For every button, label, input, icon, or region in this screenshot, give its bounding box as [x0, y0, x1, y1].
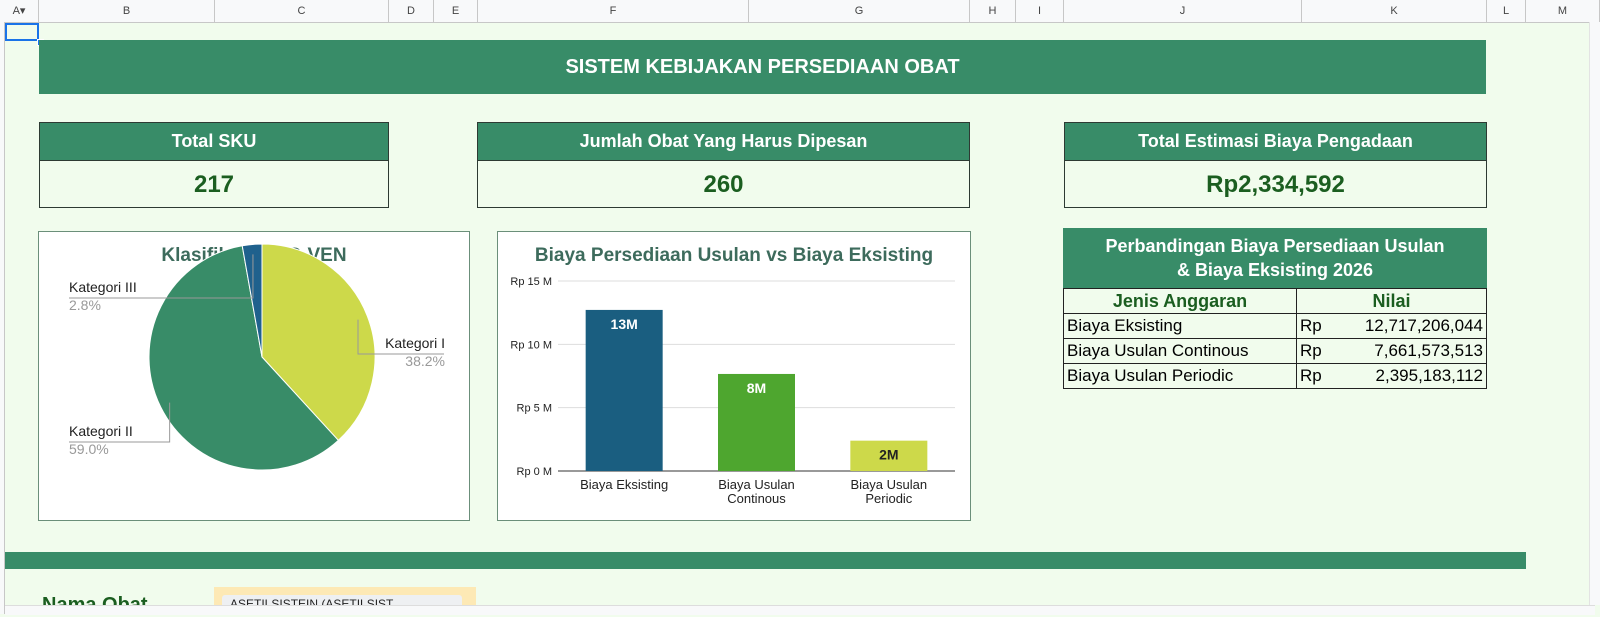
kpi-jumlah-obat: Jumlah Obat Yang Harus Dipesan 260 [477, 122, 970, 208]
x-tick-label: Periodic [865, 491, 912, 506]
column-header-m[interactable]: M [1526, 0, 1600, 22]
bar[interactable] [585, 309, 663, 471]
pie-label: Kategori III [69, 279, 137, 295]
x-tick-label: Biaya Usulan [718, 477, 795, 492]
column-header-b[interactable]: B [39, 0, 215, 22]
pie-chart: Kategori I 38.2% Kategori II 59.0% Kategori … [69, 243, 445, 471]
comparison-title-line1: Perbandingan Biaya Persediaan Usulan [1105, 236, 1445, 256]
table-row: Biaya Usulan Continous Rp 7,661,573,513 [1063, 338, 1487, 364]
column-header-i[interactable]: I [1016, 0, 1064, 22]
column-header-f[interactable]: F [478, 0, 749, 22]
kpi-total-biaya: Total Estimasi Biaya Pengadaan Rp2,334,5… [1064, 122, 1487, 208]
y-tick-label: Rp 0 M [517, 466, 552, 478]
row-amount[interactable]: 2,395,183,112 [1329, 363, 1487, 389]
x-tick-label: Continous [727, 491, 786, 506]
column-header-j[interactable]: J [1064, 0, 1302, 22]
pie-percent: 2.8% [69, 297, 101, 313]
column-header-k[interactable]: K [1302, 0, 1487, 22]
comparison-title-line2: & Biaya Eksisting 2026 [1176, 260, 1374, 280]
kpi-label: Total Estimasi Biaya Pengadaan [1065, 123, 1486, 161]
pie-percent: 59.0% [69, 441, 109, 457]
row-header-bar [0, 22, 5, 614]
row-name[interactable]: Biaya Eksisting [1063, 313, 1297, 339]
y-tick-label: Rp 15 M [510, 276, 552, 288]
kpi-label: Jumlah Obat Yang Harus Dipesan [478, 123, 969, 161]
row-name[interactable]: Biaya Usulan Periodic [1063, 363, 1297, 389]
column-header-g[interactable]: G [749, 0, 970, 22]
comparison-table: Perbandingan Biaya Persediaan Usulan & B… [1063, 228, 1487, 389]
dashboard-title: SISTEM KEBIJAKAN PERSEDIAAN OBAT [565, 55, 960, 78]
pie-label: Kategori II [69, 423, 133, 439]
y-tick-label: Rp 5 M [517, 403, 552, 415]
y-tick-label: Rp 10 M [510, 339, 552, 351]
dashboard-title-banner: SISTEM KEBIJAKAN PERSEDIAAN OBAT [39, 40, 1486, 94]
bar-data-label: 8M [747, 380, 766, 396]
row-amount[interactable]: 7,661,573,513 [1329, 338, 1487, 364]
pie-chart-panel[interactable]: Klasifikasi ABC-VEN Kategori I38.2%Kateg… [38, 231, 470, 521]
row-name[interactable]: Biaya Usulan Continous [1063, 338, 1297, 364]
column-header-c[interactable]: C [215, 0, 389, 22]
bar-chart: Rp 0 M Rp 5 M Rp 10 M Rp 15 M 13M Biaya Eksis… [510, 276, 955, 506]
x-tick-label: Biaya Eksisting [580, 477, 668, 492]
pie-percent: 38.2% [405, 353, 445, 369]
bar-data-label: 13M [611, 316, 638, 332]
kpi-value: 260 [703, 170, 744, 198]
column-header-a[interactable]: A▾ [0, 0, 39, 22]
section-divider-bar [5, 552, 1526, 569]
table-row: Biaya Eksisting Rp 12,717,206,044 [1063, 313, 1487, 339]
column-header-l[interactable]: L [1487, 0, 1526, 22]
row-amount[interactable]: 12,717,206,044 [1329, 313, 1487, 339]
column-header-h[interactable]: H [970, 0, 1016, 22]
kpi-value: Rp2,334,592 [1206, 170, 1345, 198]
row-currency[interactable]: Rp [1296, 313, 1329, 339]
column-header-bar: A▾ B C D E F G H I J K L M [0, 0, 1600, 23]
vertical-scrollbar[interactable] [1589, 22, 1600, 605]
kpi-total-sku: Total SKU 217 [39, 122, 389, 208]
table-row: Biaya Usulan Periodic Rp 2,395,183,112 [1063, 363, 1487, 389]
kpi-label: Total SKU [40, 123, 388, 161]
bar-chart-panel[interactable]: Biaya Persediaan Usulan vs Biaya Eksisti… [497, 231, 971, 521]
kpi-value: 217 [193, 170, 235, 198]
header-jenis-anggaran: Jenis Anggaran [1063, 288, 1297, 314]
bar-data-label: 2M [879, 447, 898, 463]
pie-label: Kategori I [385, 335, 445, 351]
comparison-title: Perbandingan Biaya Persediaan Usulan & B… [1063, 228, 1487, 288]
x-tick-label: Biaya Usulan [851, 477, 928, 492]
column-header-d[interactable]: D [389, 0, 434, 22]
row-currency[interactable]: Rp [1296, 363, 1329, 389]
row-currency[interactable]: Rp [1296, 338, 1329, 364]
header-nilai: Nilai [1296, 288, 1487, 314]
column-header-e[interactable]: E [434, 0, 478, 22]
selected-cell[interactable] [5, 23, 39, 41]
